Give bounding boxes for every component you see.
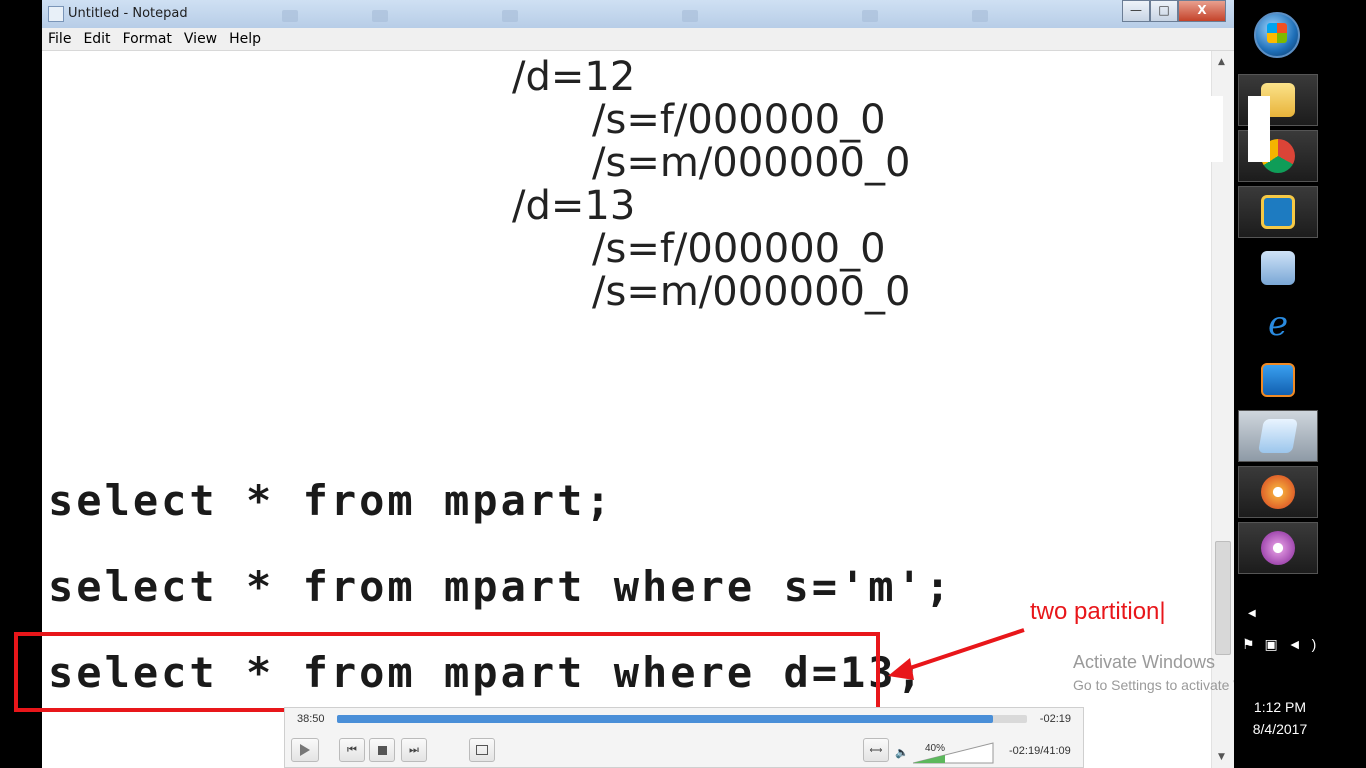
- previous-icon: ⏮: [347, 743, 357, 756]
- minimize-button[interactable]: —: [1122, 0, 1150, 22]
- menu-file[interactable]: File: [42, 28, 77, 50]
- stop-button[interactable]: [369, 738, 395, 762]
- scrollbar-thumb[interactable]: [1215, 541, 1231, 655]
- menu-view[interactable]: View: [178, 28, 223, 50]
- seek-bar-fill: [337, 715, 993, 723]
- video-artifact: [1248, 96, 1270, 162]
- fullscreen-icon: [476, 745, 488, 755]
- speaker-icon[interactable]: 🔈: [895, 746, 909, 759]
- media-player-icon: [1261, 363, 1295, 397]
- flower-app-icon-1: [1261, 475, 1295, 509]
- taskbar-notepad[interactable]: [1238, 410, 1318, 462]
- fullscreen-button[interactable]: [469, 738, 495, 762]
- remaining-time: -02:19: [1039, 713, 1071, 725]
- blurred-taskbar-icon: [372, 10, 388, 22]
- taskbar-media-player[interactable]: [1238, 354, 1318, 406]
- editor-line: select * from mpart;: [48, 476, 614, 525]
- tray-icons[interactable]: ⚑▣◄): [1242, 636, 1326, 653]
- editor-line: /d=13: [512, 183, 636, 229]
- virtualbox-icon: [1261, 195, 1295, 229]
- start-button[interactable]: [1254, 12, 1300, 58]
- video-artifact: [1203, 96, 1223, 162]
- window-controls: — □ X: [1122, 0, 1226, 22]
- menu-bar: File Edit Format View Help: [42, 28, 1234, 51]
- editor-line: select * from mpart where s='m';: [48, 562, 954, 611]
- editor-line: /s=m/000000_0: [592, 269, 911, 315]
- media-player-controls: 38:50 -02:19 ⏮ ⏭ ⟷ 🔈 40% -02:19/41:09: [284, 707, 1084, 768]
- editor-line: /s=f/000000_0: [592, 226, 886, 272]
- internet-explorer-icon: e: [1267, 304, 1289, 344]
- play-icon: [300, 744, 310, 756]
- scroll-up-arrow-icon[interactable]: ▲: [1218, 57, 1225, 67]
- blurred-taskbar-icon: [862, 10, 878, 22]
- annotation-arrow-icon: [888, 628, 1025, 680]
- picture-viewer-icon: [1261, 251, 1295, 285]
- next-icon: ⏭: [409, 743, 419, 756]
- taskbar-internet-explorer[interactable]: e: [1238, 298, 1318, 350]
- highlight-box: [14, 632, 880, 712]
- clock-date: 8/4/2017: [1252, 721, 1308, 737]
- editor-line: /d=12: [512, 54, 636, 100]
- close-button[interactable]: X: [1178, 0, 1226, 22]
- annotation-text: two partition|: [1030, 598, 1166, 625]
- time-display: -02:19/41:09: [1009, 745, 1071, 757]
- taskbar-edge: [1322, 0, 1366, 768]
- menu-format[interactable]: Format: [117, 28, 178, 50]
- taskbar-flower-app-2[interactable]: [1238, 522, 1318, 574]
- previous-button[interactable]: ⏮: [339, 738, 365, 762]
- clock[interactable]: 1:12 PM 8/4/2017: [1240, 696, 1320, 740]
- editor-line: /s=m/000000_0: [592, 140, 911, 186]
- flower-app-icon-2: [1261, 531, 1295, 565]
- notepad-icon: [1258, 419, 1298, 453]
- blurred-taskbar-icon: [282, 10, 298, 22]
- blurred-taskbar-icon: [682, 10, 698, 22]
- window-title: Untitled - Notepad: [68, 6, 188, 21]
- scroll-down-arrow-icon[interactable]: ▼: [1218, 752, 1225, 762]
- taskbar-picture-viewer[interactable]: [1238, 242, 1318, 294]
- taskbar-virtualbox[interactable]: [1238, 186, 1318, 238]
- title-bar[interactable]: Untitled - Notepad — □ X: [42, 0, 1234, 28]
- blurred-taskbar-icon: [972, 10, 988, 22]
- notepad-app-icon: [48, 6, 64, 22]
- menu-help[interactable]: Help: [223, 28, 267, 50]
- next-button[interactable]: ⏭: [401, 738, 427, 762]
- clock-time: 1:12 PM: [1253, 699, 1307, 715]
- stop-icon: [377, 745, 387, 755]
- editor-line: /s=f/000000_0: [592, 97, 886, 143]
- volume-percent: 40%: [925, 743, 946, 754]
- play-button[interactable]: [291, 738, 319, 762]
- maximize-button[interactable]: □: [1150, 0, 1178, 22]
- show-hidden-icons-icon[interactable]: ◀: [1248, 608, 1256, 619]
- menu-edit[interactable]: Edit: [77, 28, 116, 50]
- elapsed-time: 38:50: [297, 713, 325, 725]
- extended-settings-button[interactable]: ⟷: [863, 738, 889, 762]
- seek-bar[interactable]: [337, 715, 1027, 723]
- extended-settings-icon: ⟷: [869, 744, 883, 755]
- blurred-taskbar-icon: [502, 10, 518, 22]
- taskbar-flower-app-1[interactable]: [1238, 466, 1318, 518]
- windows-logo-icon: [1267, 23, 1287, 43]
